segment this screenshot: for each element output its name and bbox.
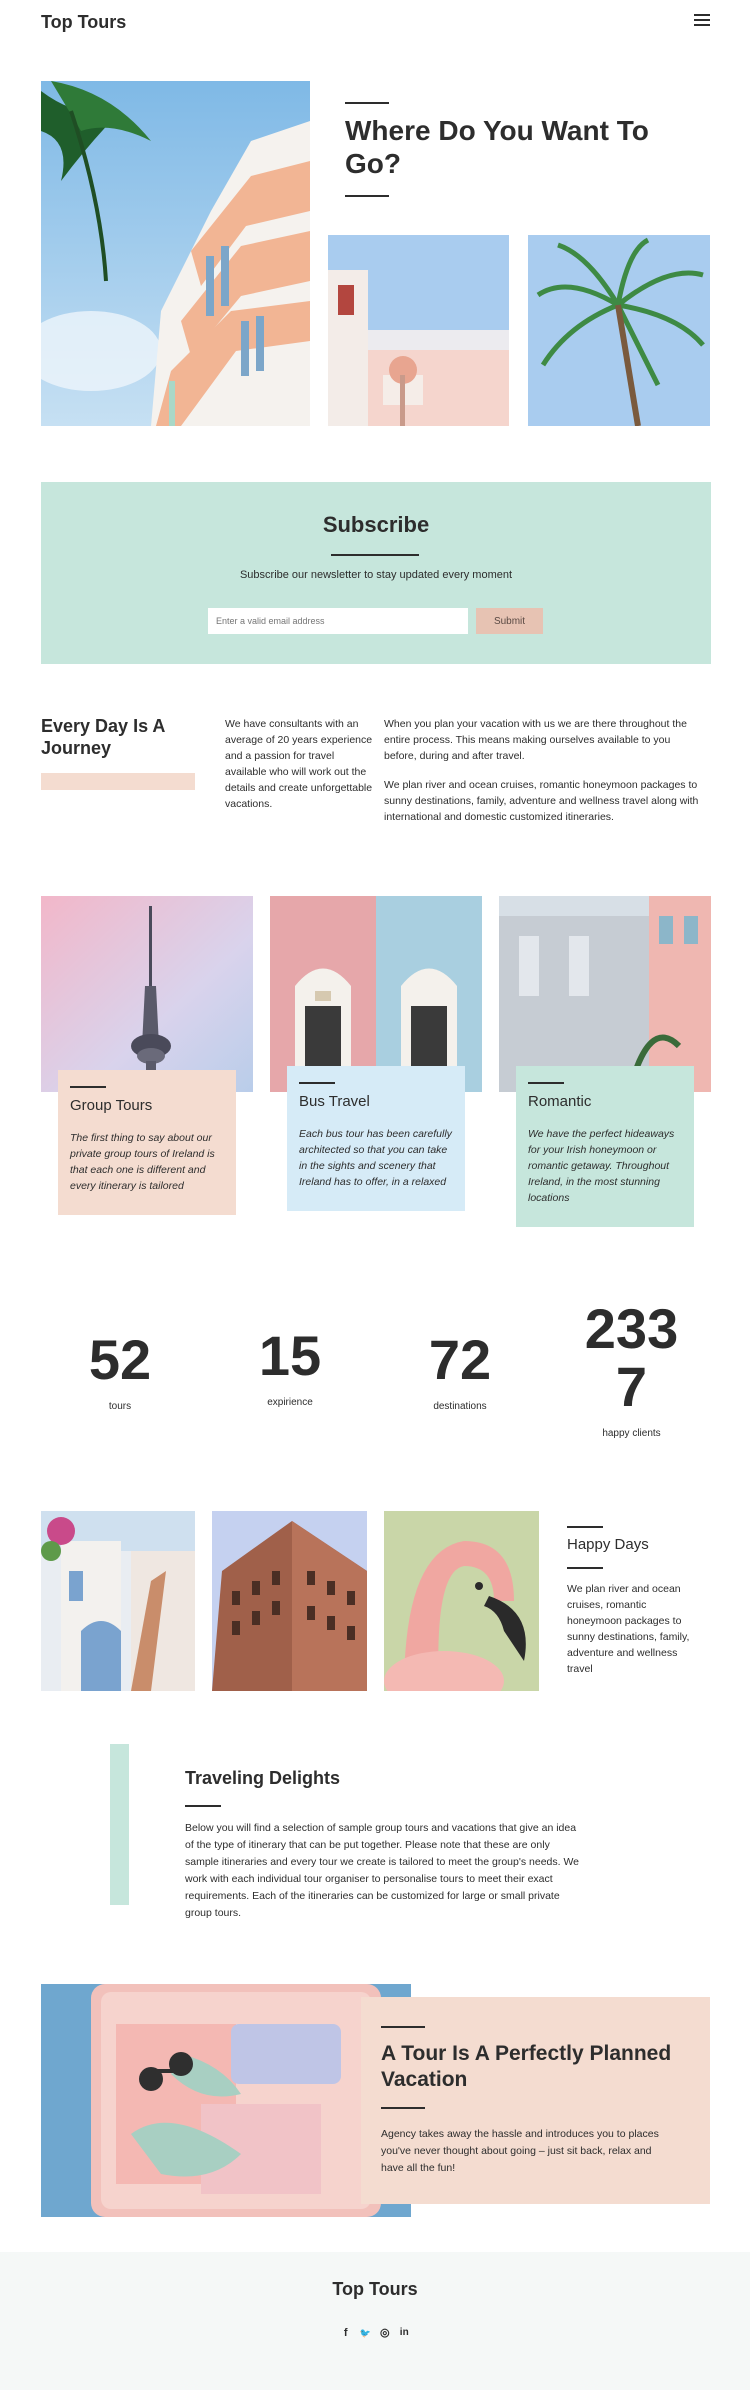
stat-destinations: 72 destinations [410,1328,510,1413]
subscribe-title: Subscribe [322,512,430,537]
stat-happy-clients: 2337 happy clients [580,1297,683,1440]
delights-divider [185,1805,221,1807]
twitter-icon[interactable]: 🐦 [360,2327,372,2339]
hero-building-image [41,81,310,426]
flatiron-building-image [212,1511,367,1691]
subscribe-divider [331,554,419,556]
hero-palm-image [528,235,710,426]
stat-label: happy clients [602,1428,661,1439]
suitcase-image [41,1984,411,2217]
happy-title: Happy Days [567,1536,649,1553]
delights-accent-bar [110,1744,129,1905]
stat-label: expirience [267,1397,313,1408]
email-input[interactable] [208,608,468,634]
happy-text: We plan river and ocean cruises, romanti… [567,1583,690,1675]
hero-divider-top [345,102,389,104]
tour-title: A Tour Is A Perfectly Planned Vacation [381,2042,672,2091]
card-text: Each bus tour has been carefully archite… [299,1127,452,1188]
card-text: The first thing to say about our private… [70,1131,215,1192]
site-logo[interactable]: Top Tours [41,12,126,33]
card-text: We have the perfect hideaways for your I… [528,1127,675,1204]
tour-divider [381,2026,425,2028]
social-links: f 🐦 ◎ in [340,2327,410,2341]
arched-doors-image [270,896,482,1092]
delights-title: Traveling Delights [185,1768,341,1788]
stat-value: 72 [428,1328,492,1391]
stat-label: destinations [433,1401,487,1412]
hero-title: Where Do You Want To Go? [345,115,649,179]
card-divider [299,1082,335,1084]
card-title: Group Tours [70,1096,153,1114]
journey-paragraph-1: When you plan your vacation with us we a… [384,718,687,762]
tour-text: Agency takes away the hassle and introdu… [381,2128,659,2174]
journey-text-col1: We have consultants with an average of 2… [225,718,373,810]
instagram-icon[interactable]: ◎ [379,2327,391,2339]
stat-label: tours [108,1401,132,1412]
journey-title: Every Day Is A Journey [41,716,165,758]
stat-value: 52 [88,1328,152,1391]
subscribe-section: Subscribe Subscribe our newsletter to st… [41,482,711,664]
tower-image [41,896,253,1092]
card-divider [70,1086,106,1088]
happy-divider-top [567,1526,603,1528]
linkedin-icon[interactable]: in [399,2327,411,2339]
card-title: Bus Travel [299,1092,370,1110]
site-header: Top Tours [0,0,750,44]
stairs-image [41,1511,195,1691]
submit-button[interactable]: Submit [476,608,543,634]
footer-logo[interactable]: Top Tours [0,2279,750,2300]
card-title: Romantic [528,1092,592,1110]
site-footer: Top Tours f 🐦 ◎ in [0,2252,750,2390]
page: Top Tours Where Do You Want To Go? Subsc… [0,0,750,2390]
stat-expirience: 15 expirience [240,1324,340,1409]
card-group-tours[interactable]: Group Tours The first thing to say about… [58,1070,236,1215]
hero-divider-bottom [345,195,389,197]
journey-text-col2: When you plan your vacation with us we a… [384,716,704,838]
hamburger-menu-icon[interactable] [694,14,710,27]
flamingo-image [384,1511,539,1691]
journey-accent-bar [41,773,195,790]
journey-paragraph-2: We plan river and ocean cruises, romanti… [384,779,699,823]
stat-value: 15 [258,1324,322,1387]
facebook-icon[interactable]: f [340,2327,352,2339]
happy-divider-bottom [567,1567,603,1569]
card-bus-travel[interactable]: Bus Travel Each bus tour has been carefu… [287,1066,465,1211]
delights-text: Below you will find a selection of sampl… [185,1822,580,1919]
subscribe-text: Subscribe our newsletter to stay updated… [239,569,513,581]
tour-divider-bottom [381,2107,425,2109]
stat-value: 2337 [584,1297,679,1418]
card-romantic[interactable]: Romantic We have the perfect hideaways f… [516,1066,694,1227]
hero-white-house-image [328,235,509,426]
card-divider [528,1082,564,1084]
street-image [499,896,711,1092]
stat-tours: 52 tours [70,1328,170,1413]
